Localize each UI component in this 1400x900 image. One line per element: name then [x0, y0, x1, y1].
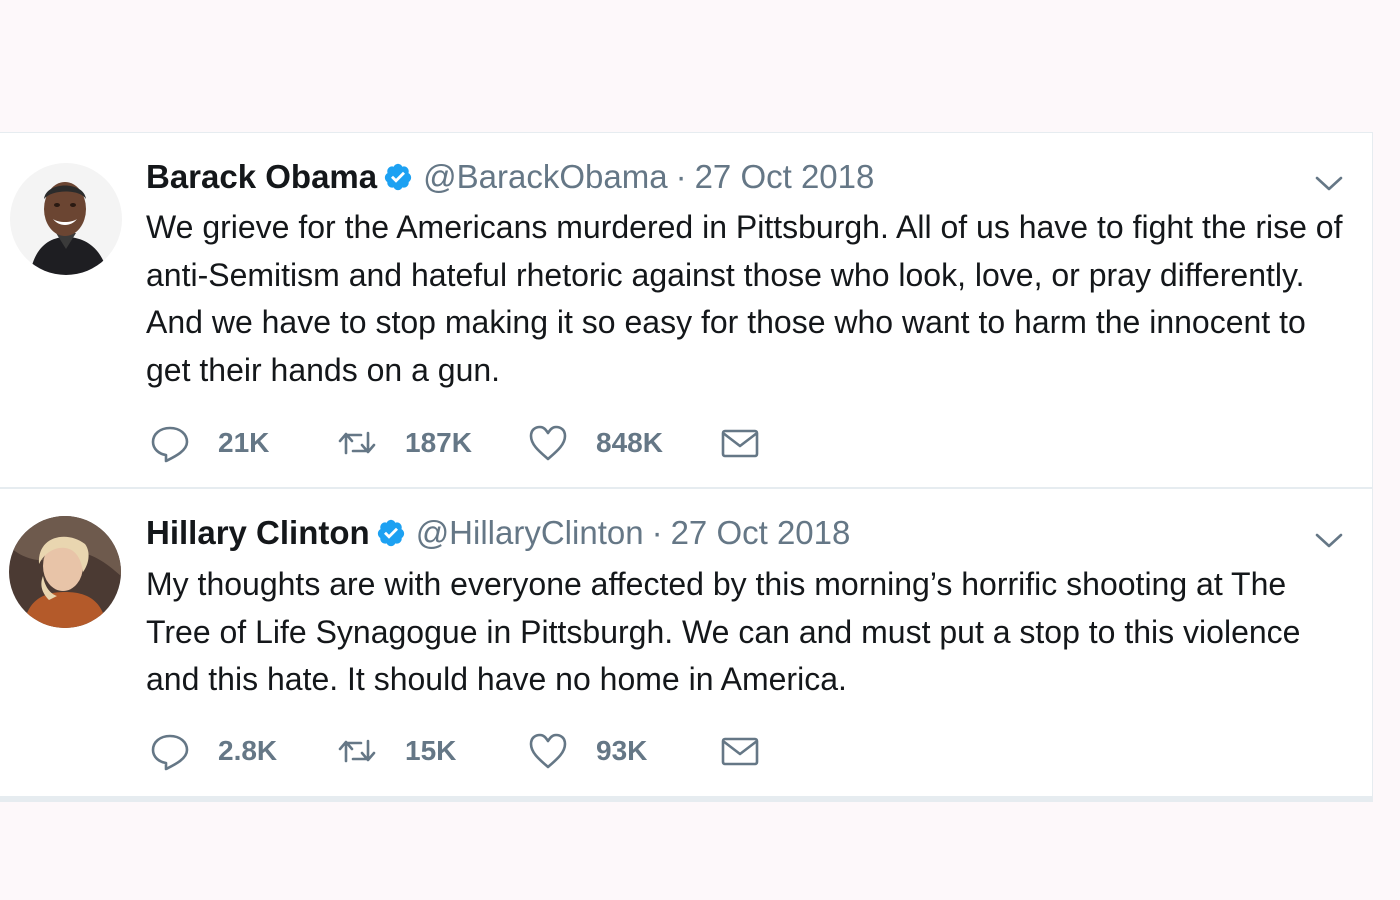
retweet-count: 187K: [405, 427, 472, 458]
retweet-icon: [338, 431, 376, 455]
like-button[interactable]: 848K: [528, 423, 663, 463]
separator: ·: [675, 158, 687, 195]
tweet-header: Barack Obama @BarackObama · 27 Oct 2018: [146, 157, 874, 197]
tweet-header: Hillary Clinton @HillaryClinton · 27 Oct 20…: [146, 513, 850, 553]
tweet-text: We grieve for the Americans murdered in …: [146, 209, 1343, 388]
direct-message-button[interactable]: [720, 731, 760, 771]
retweet-count: 15K: [405, 735, 457, 766]
reply-icon: [151, 734, 189, 771]
reply-count: 21K: [218, 427, 270, 458]
verified-badge-icon: [383, 161, 413, 191]
like-icon: [529, 733, 567, 769]
author-handle[interactable]: @HillaryClinton: [416, 514, 644, 551]
avatar[interactable]: [9, 516, 121, 628]
avatar[interactable]: [10, 163, 122, 275]
direct-message-icon: [721, 737, 759, 766]
reply-button[interactable]: 2.8K: [150, 731, 277, 771]
retweet-icon: [338, 739, 376, 763]
chevron-down-icon[interactable]: [1315, 175, 1343, 193]
reply-button[interactable]: 21K: [150, 423, 269, 463]
like-icon: [529, 425, 567, 461]
retweet-button[interactable]: 187K: [337, 423, 472, 463]
tweet-text: My thoughts are with everyone affected b…: [146, 566, 1301, 697]
chevron-down-icon[interactable]: [1315, 532, 1343, 550]
reply-count: 2.8K: [218, 735, 278, 766]
like-count: 848K: [596, 427, 663, 458]
separator: ·: [651, 514, 663, 551]
tweet-date[interactable]: 27 Oct 2018: [695, 158, 875, 195]
author-name[interactable]: Hillary Clinton: [146, 514, 370, 551]
reply-icon: [151, 426, 189, 463]
tweet-date[interactable]: 27 Oct 2018: [671, 514, 851, 551]
direct-message-icon: [721, 429, 759, 458]
author-name[interactable]: Barack Obama: [146, 158, 377, 195]
like-button[interactable]: 93K: [528, 731, 647, 771]
author-handle[interactable]: @BarackObama: [423, 158, 667, 195]
tweet[interactable]: Hillary Clinton @HillaryClinton · 27 Oct 20…: [0, 489, 1373, 797]
timeline: Barack Obama @BarackObama · 27 Oct 2018 We …: [0, 132, 1373, 802]
retweet-button[interactable]: 15K: [337, 731, 456, 771]
tweet[interactable]: Barack Obama @BarackObama · 27 Oct 2018 We …: [0, 133, 1373, 489]
verified-badge-icon: [376, 517, 406, 547]
direct-message-button[interactable]: [720, 423, 760, 463]
like-count: 93K: [596, 735, 648, 766]
